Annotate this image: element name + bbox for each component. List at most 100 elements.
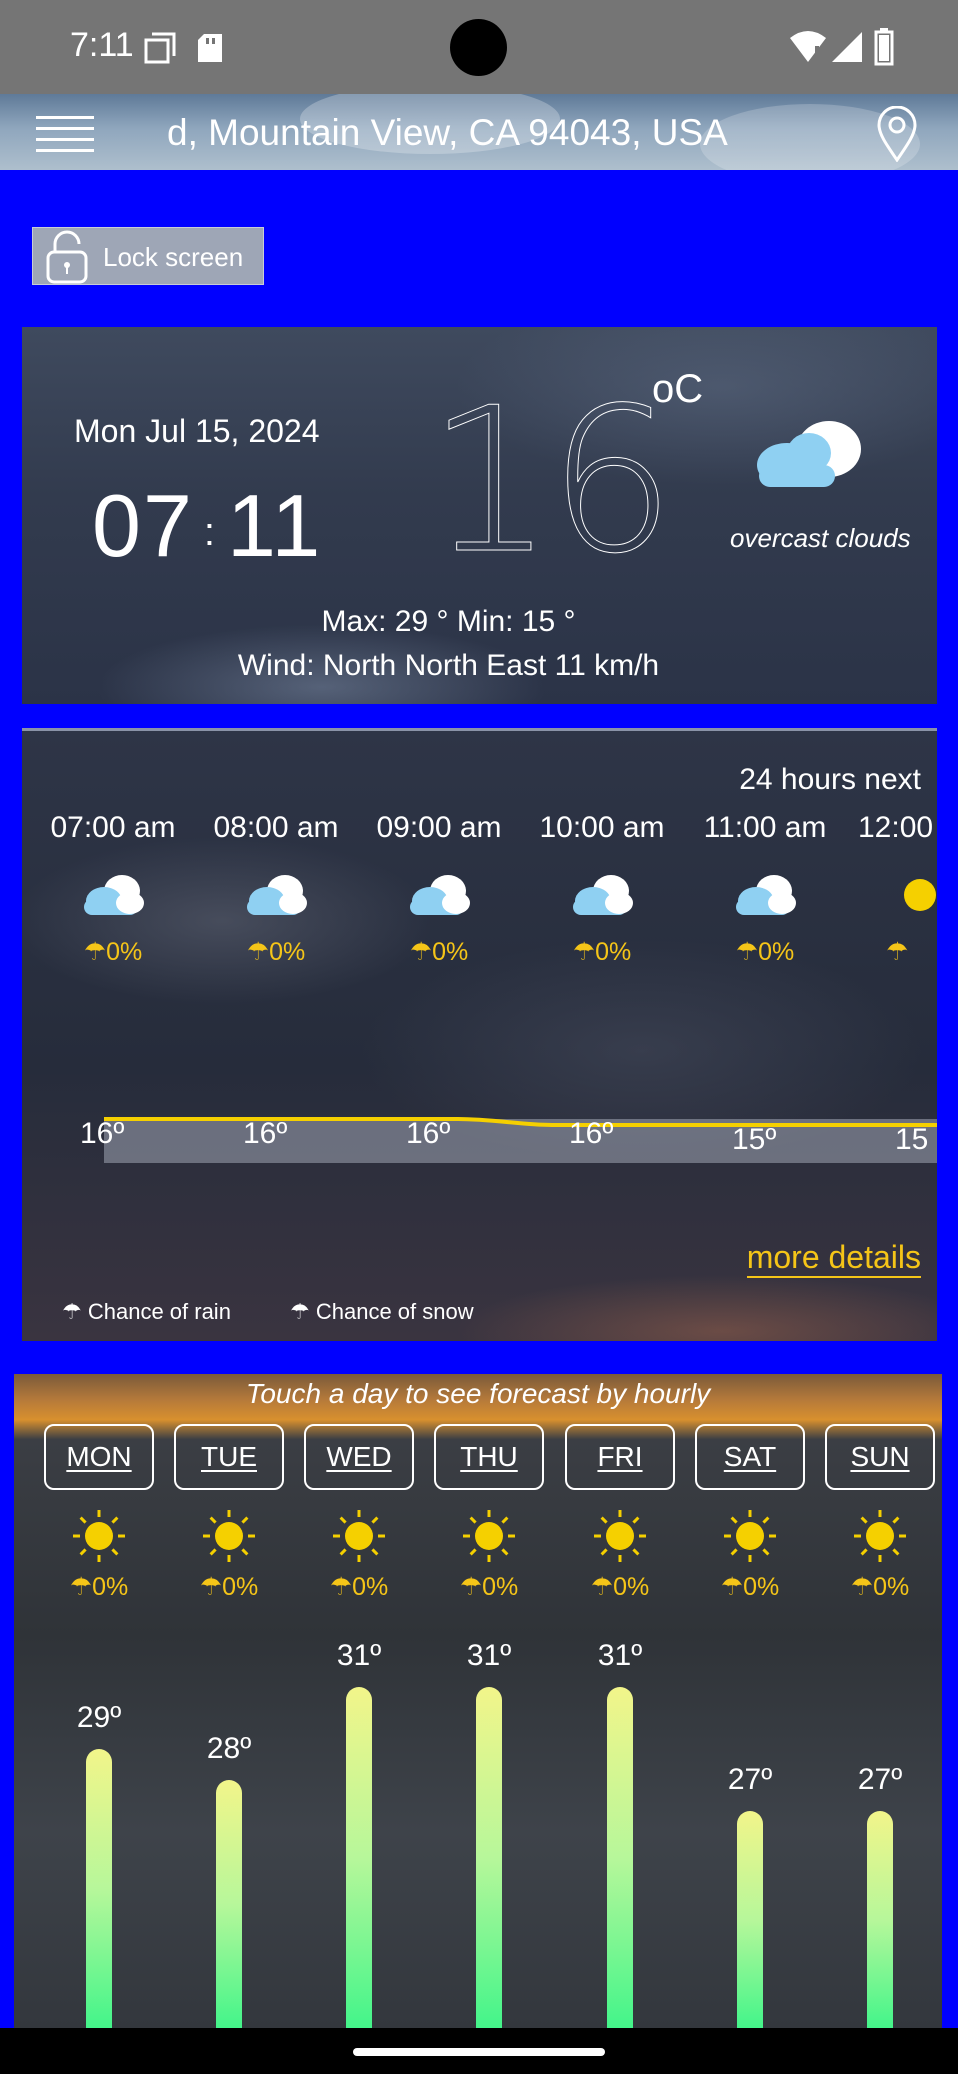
current-weather-card[interactable]: Mon Jul 15, 2024 07:11 16 oC overcast cl… [22, 327, 937, 704]
wind-info: Wind: North North East 11 km/h [237, 649, 660, 682]
umbrella-icon: ☂ [735, 938, 759, 966]
day-rain-chance: 0% [482, 1573, 519, 1601]
hour-rain-chance: 0% [595, 938, 632, 966]
sd-card-icon [198, 34, 222, 62]
hourly-temperature-graph [104, 1117, 937, 1163]
more-details-link[interactable]: more details [746, 1239, 921, 1278]
clock-minutes: 11 [227, 476, 323, 575]
legend-snow-label: Chance of snow [315, 1299, 474, 1324]
day-max-temperature: 31º [597, 1639, 643, 1672]
umbrella-icon: ☂ [590, 1573, 614, 1601]
current-date: Mon Jul 15, 2024 [74, 413, 320, 449]
day-button-thu[interactable]: THU [434, 1424, 544, 1490]
umbrella-icon: ☂ [572, 938, 596, 966]
hour-rain-chance: 0% [758, 938, 795, 966]
status-bar: 7:11 [0, 0, 958, 94]
day-temperature-bar [867, 1811, 893, 2028]
umbrella-icon: ☂ [459, 1573, 483, 1601]
day-max-temperature: 29º [76, 1701, 122, 1734]
umbrella-icon: ☂ [886, 938, 909, 966]
day-button-wed[interactable]: WED [304, 1424, 414, 1490]
lock-screen-label: Lock screen [103, 242, 244, 272]
location-pin-icon[interactable] [876, 106, 918, 162]
umbrella-icon: ☂ [83, 938, 107, 966]
day-item[interactable]: FRI ☂0% 31º [565, 1424, 675, 2028]
day-item[interactable]: TUE ☂0% 28º [174, 1424, 284, 2028]
sun-icon [854, 1510, 906, 1562]
day-max-temperature: 27º [857, 1763, 903, 1796]
hour-time: 09:00 am [376, 811, 502, 844]
clock-hours: 07 [92, 476, 194, 575]
legend-snow: ☂ Chance of snow [290, 1299, 474, 1325]
hourly-forecast-card[interactable]: 24 hours next 07:00 am ☂0% 08:00 am ☂0% … [22, 728, 937, 1341]
day-item[interactable]: SUN ☂0% 27º [825, 1424, 935, 2028]
camera-cutout [450, 19, 507, 76]
hour-rain-chance: 0% [432, 938, 469, 966]
umbrella-icon: ☂ [246, 938, 270, 966]
hour-temperature: 16º [569, 1117, 614, 1150]
wifi-icon [790, 31, 826, 62]
location-title[interactable]: d, Mountain View, CA 94043, USA [167, 112, 728, 154]
day-button-sat[interactable]: SAT [695, 1424, 805, 1490]
cloud-icon [736, 875, 796, 915]
day-temperature-bar [476, 1687, 502, 2028]
day-item[interactable]: SAT ☂0% 27º [695, 1424, 805, 2028]
hour-temperature: 15 [895, 1123, 929, 1156]
day-button-fri[interactable]: FRI [565, 1424, 675, 1490]
current-temperature: 16 [427, 365, 676, 599]
daily-hint: Touch a day to see forecast by hourly [245, 1378, 711, 1409]
day-max-temperature: 31º [336, 1639, 382, 1672]
hour-time: 10:00 am [539, 811, 665, 844]
day-button-sun[interactable]: SUN [825, 1424, 935, 1490]
unlock-icon [46, 230, 88, 284]
sun-icon [333, 1510, 385, 1562]
day-button-tue[interactable]: TUE [174, 1424, 284, 1490]
day-item[interactable]: WED ☂0% 31º [304, 1424, 414, 2028]
max-min-temperature: Max: 29 ° Min: 15 ° [321, 605, 576, 638]
day-item[interactable]: THU ☂0% 31º [434, 1424, 544, 2028]
hour-item[interactable]: 12:00 ☂ [848, 811, 937, 967]
cloud-icon [84, 875, 144, 915]
hour-item[interactable]: 11:00 am ☂0% [685, 811, 845, 967]
toolbar: d, Mountain View, CA 94043, USA [0, 94, 958, 170]
hour-item[interactable]: 07:00 am ☂0% [33, 811, 193, 967]
clock-separator: : [203, 510, 218, 555]
menu-icon[interactable] [36, 114, 94, 154]
hour-item[interactable]: 09:00 am ☂0% [359, 811, 519, 967]
day-temperature-bar [346, 1687, 372, 2028]
day-button-mon[interactable]: MON [44, 1424, 154, 1490]
umbrella-icon: ☂ [62, 1299, 88, 1324]
temperature-unit: oC [652, 367, 704, 411]
sun-icon [724, 1510, 776, 1562]
day-rain-chance: 0% [352, 1573, 389, 1601]
legend-rain-label: Chance of rain [87, 1299, 231, 1324]
daily-forecast-card: Touch a day to see forecast by hourly MO… [14, 1374, 942, 2028]
hour-time: 08:00 am [213, 811, 339, 844]
lock-screen-button[interactable]: Lock screen [32, 227, 264, 285]
hour-temperature: 16º [80, 1117, 125, 1150]
current-condition: overcast clouds [730, 523, 911, 553]
day-rain-chance: 0% [92, 1573, 129, 1601]
hour-rain-chance: 0% [269, 938, 306, 966]
day-temperature-bar [216, 1780, 242, 2028]
day-rain-chance: 0% [743, 1573, 780, 1601]
hour-temperature: 16º [243, 1117, 288, 1150]
status-time: 7:11 [70, 26, 134, 64]
hour-item[interactable]: 08:00 am ☂0% [196, 811, 356, 967]
sun-icon [73, 1510, 125, 1562]
cloud-icon [410, 875, 470, 915]
signal-icon [832, 32, 862, 62]
hourly-header: 24 hours next [739, 763, 921, 796]
day-temperature-bar [86, 1749, 112, 2028]
cloud-icon [247, 875, 307, 915]
hour-time: 12:00 [858, 811, 934, 844]
day-rain-chance: 0% [613, 1573, 650, 1601]
umbrella-icon: ☂ [720, 1573, 744, 1601]
hour-temperature: 15º [732, 1123, 777, 1156]
home-gesture-bar[interactable] [353, 2048, 605, 2056]
day-item[interactable]: MON ☂0% 29º [44, 1424, 154, 2028]
hour-item[interactable]: 10:00 am ☂0% [522, 811, 682, 967]
cloud-icon [573, 875, 633, 915]
navigation-bar [0, 2028, 958, 2074]
snow-umbrella-icon: ☂ [290, 1299, 316, 1324]
